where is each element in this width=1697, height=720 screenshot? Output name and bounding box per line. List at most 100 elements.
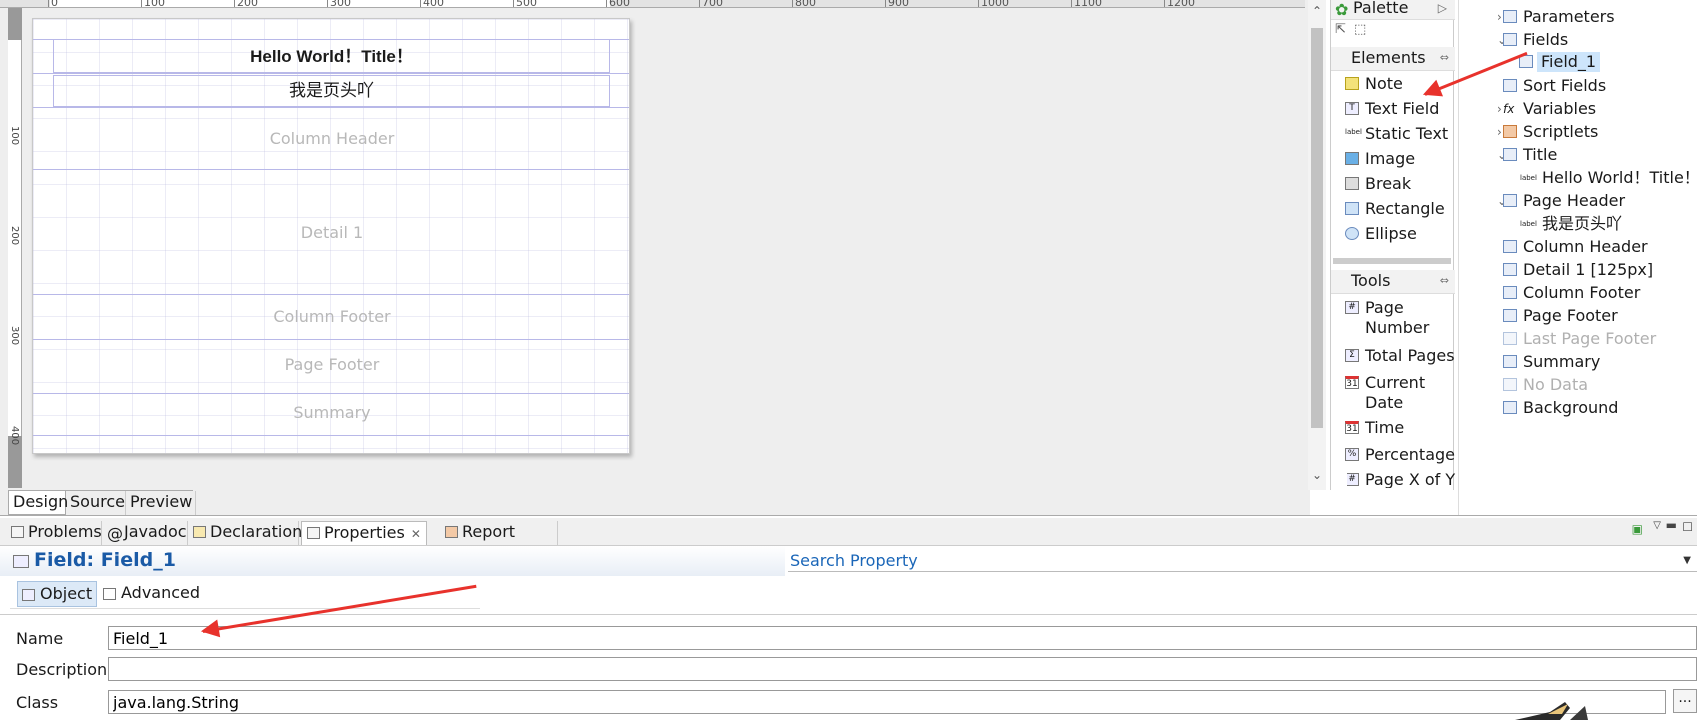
tree-item-last-page-footer[interactable]: Last Page Footer <box>1503 329 1656 349</box>
break-icon <box>1345 177 1359 190</box>
palette-select-tools[interactable]: ⇱ ⬚ <box>1335 22 1366 42</box>
tree-item-title-text[interactable]: label Hello World！Title！ <box>1520 168 1697 188</box>
tree-item-page-header[interactable]: ⌄Page Header <box>1497 191 1625 211</box>
advanced-icon <box>103 588 116 600</box>
palette-total-pages[interactable]: Σ Total Pages <box>1345 346 1457 366</box>
class-browse-button[interactable]: ... <box>1673 689 1697 713</box>
tree-item-variables[interactable]: › fx Variables <box>1497 99 1596 119</box>
drawer-toggle-icon[interactable]: ⇔ <box>1440 270 1449 292</box>
elements-drawer-header[interactable]: Elements ⇔ <box>1331 47 1455 71</box>
close-icon[interactable]: ✕ <box>411 527 421 541</box>
marquee-icon[interactable]: ⬚ <box>1354 22 1366 37</box>
band-column-footer[interactable]: Column Footer <box>33 307 629 326</box>
tools-drawer-header[interactable]: Tools ⇔ <box>1331 270 1455 294</box>
palette-break[interactable]: Break <box>1345 174 1457 194</box>
tree-item-column-header[interactable]: Column Header <box>1503 237 1648 257</box>
subtab-advanced[interactable]: Advanced <box>99 581 200 607</box>
palette-page-number[interactable]: # Page Number <box>1345 298 1433 338</box>
band-column-header[interactable]: Column Header <box>33 129 629 148</box>
editor-vertical-scrollbar[interactable]: ⌃ ⌄ <box>1308 0 1326 490</box>
tab-label: Declaration <box>210 522 303 541</box>
palette-text-field-label: Text Field <box>1365 99 1440 118</box>
select-arrow-icon[interactable]: ⇱ <box>1335 22 1346 37</box>
dropdown-arrow-icon[interactable]: ▼ <box>1683 550 1691 572</box>
tab-javadoc[interactable]: @ Javadoc <box>102 521 188 545</box>
properties-subtabs: Object Advanced <box>17 581 317 607</box>
palette-ellipse[interactable]: Ellipse <box>1345 224 1457 244</box>
tree-item-page-footer[interactable]: Page Footer <box>1503 306 1618 326</box>
palette-image[interactable]: Image <box>1345 149 1457 169</box>
ruler-tick: 100 <box>9 126 20 146</box>
report-editor: 0 100 200 300 400 500 600 700 800 900 10… <box>0 0 1310 515</box>
maximize-icon[interactable]: ☐ <box>1682 520 1693 534</box>
drawer-toggle-icon[interactable]: ⇔ <box>1440 47 1449 69</box>
tab-report-state[interactable]: Report State <box>440 521 558 563</box>
report-page[interactable]: Hello World！Title！ 我是页头吖 Column Header D… <box>32 18 630 454</box>
palette-page-x-of-y[interactable]: # Page X of Y <box>1347 470 1457 488</box>
horizontal-ruler: 0 100 200 300 400 500 600 700 800 900 10… <box>0 0 1305 8</box>
tree-item-column-footer[interactable]: Column Footer <box>1503 283 1640 303</box>
palette-percentage[interactable]: % Percentage <box>1345 445 1457 465</box>
view-menu-icon[interactable]: ▽ <box>1653 520 1661 531</box>
band-summary[interactable]: Summary <box>33 403 629 422</box>
tree-item-parameters[interactable]: › Parameters <box>1497 7 1615 27</box>
tab-preview[interactable]: Preview <box>126 491 196 515</box>
palette-current-date[interactable]: 31 Current Date <box>1345 373 1433 413</box>
tree-item-scriptlets[interactable]: › Scriptlets <box>1497 122 1598 142</box>
page-header-static-text[interactable]: 我是页头吖 <box>53 75 610 107</box>
description-field[interactable] <box>108 657 1697 681</box>
ruler-tick: 1100 <box>1071 0 1102 7</box>
tree-item-page-header-text[interactable]: label 我是页头吖 <box>1520 214 1622 234</box>
band-icon <box>1503 309 1517 322</box>
tree-item-field-1[interactable]: Field_1 <box>1519 52 1601 72</box>
tab-declaration[interactable]: Declaration <box>188 521 303 545</box>
fx-icon: fx <box>1503 102 1515 116</box>
field-icon <box>13 555 29 568</box>
tree-label: Title <box>1523 145 1558 164</box>
tab-problems[interactable]: Problems <box>6 521 102 545</box>
minimize-icon[interactable]: ▬ <box>1666 518 1677 532</box>
subtab-object[interactable]: Object <box>17 581 97 607</box>
name-field[interactable] <box>108 626 1697 650</box>
ruler-tick: 600 <box>606 0 630 7</box>
scriptlets-icon <box>1503 125 1517 138</box>
tab-source[interactable]: Source <box>66 491 126 515</box>
scroll-down-icon[interactable]: ⌄ <box>1310 468 1324 482</box>
tab-properties[interactable]: Properties ✕ <box>301 521 427 545</box>
palette-static-text[interactable]: label Static Text <box>1345 124 1457 144</box>
tree-label: Field_1 <box>1541 52 1597 71</box>
palette-rectangle[interactable]: Rectangle <box>1345 199 1457 219</box>
palette-drawer-scroll[interactable] <box>1333 258 1451 264</box>
hash-icon: # <box>1345 301 1359 314</box>
text-field-icon: T <box>1345 102 1359 115</box>
palette-header[interactable]: ✿ Palette ▷ <box>1331 0 1455 20</box>
title-static-text[interactable]: Hello World！Title！ <box>53 39 610 73</box>
tree-item-fields[interactable]: ⌄Fields <box>1497 30 1568 50</box>
static-text-icon: label <box>1520 174 1537 182</box>
tree-label: Background <box>1523 398 1619 417</box>
pin-icon[interactable]: ▣ <box>1632 522 1643 536</box>
note-icon <box>1345 77 1359 90</box>
tree-item-sort-fields[interactable]: Sort Fields <box>1503 76 1606 96</box>
tree-item-background[interactable]: Background <box>1503 398 1619 418</box>
palette-text-field[interactable]: T Text Field <box>1345 99 1457 119</box>
palette-image-label: Image <box>1365 149 1416 168</box>
class-field[interactable] <box>108 690 1666 714</box>
scrollbar-thumb[interactable] <box>1311 28 1323 428</box>
tree-item-title[interactable]: ⌄Title <box>1497 145 1558 165</box>
tab-design[interactable]: Design <box>8 491 68 515</box>
tree-item-summary[interactable]: Summary <box>1503 352 1600 372</box>
band-detail[interactable]: Detail 1 <box>33 223 629 242</box>
ruler-tick: 1000 <box>978 0 1009 7</box>
palette-time[interactable]: 31 Time <box>1345 418 1457 438</box>
tree-item-detail[interactable]: Detail 1 [125px] <box>1503 260 1653 280</box>
palette-collapse-icon[interactable]: ▷ <box>1438 0 1447 16</box>
band-page-footer[interactable]: Page Footer <box>33 355 629 374</box>
rectangle-icon <box>1345 202 1359 215</box>
fields-icon <box>1503 33 1517 46</box>
tree-item-no-data[interactable]: No Data <box>1503 375 1588 395</box>
ruler-tick: 200 <box>9 226 20 246</box>
scroll-up-icon[interactable]: ⌃ <box>1310 4 1324 18</box>
search-property-input[interactable]: Search Property ▼ <box>788 550 1697 572</box>
view-tab-bar: Problems @ Javadoc Declaration Properties… <box>0 518 1697 563</box>
